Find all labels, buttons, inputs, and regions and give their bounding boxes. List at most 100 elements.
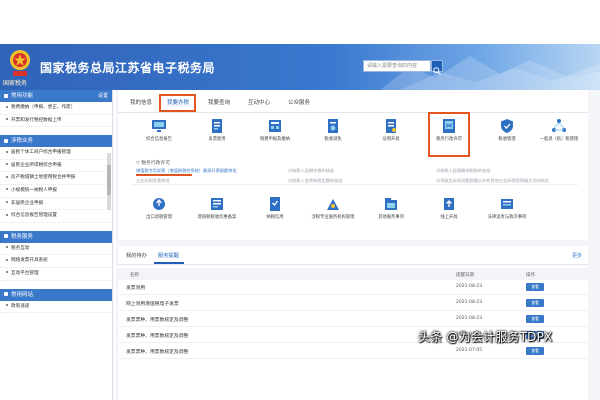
func-export-refund[interactable]: 出口退税管理 bbox=[130, 196, 188, 226]
sidebar-item-label: 居民企业所得税综合申报 bbox=[11, 162, 62, 168]
bullet-icon bbox=[6, 304, 8, 307]
sidebar-item[interactable]: 居民个体工商户综合申报管理 bbox=[0, 147, 112, 160]
shield-icon bbox=[501, 119, 513, 133]
search-input[interactable]: 请输入需要查询的内容 bbox=[363, 60, 431, 72]
func-invoice-use[interactable]: 发票使用 bbox=[188, 118, 246, 148]
func-tax-management[interactable]: 税收管理 bbox=[478, 118, 536, 148]
view-button[interactable]: 查看 bbox=[526, 347, 544, 355]
func-label: 税费申报及缴纳 bbox=[259, 137, 291, 142]
upload-icon bbox=[444, 198, 454, 210]
notice-panel: 我的待办 服务提醒 更多 名称 提醒日期 操作 发票领用 2021-08-23 … bbox=[118, 246, 588, 400]
sidebar-section-header[interactable]: 涉税业务 bbox=[0, 135, 112, 148]
section-icon bbox=[4, 138, 8, 143]
bullet-icon bbox=[6, 246, 8, 249]
view-button[interactable]: 查看 bbox=[526, 315, 544, 323]
func-comprehensive-report[interactable]: 综合信息报告 bbox=[130, 118, 188, 148]
sidebar-item[interactable]: 政策速递 bbox=[0, 301, 112, 314]
sidebar: 常用功能 设置 税费缴纳（申报、更正、作废） 开票和发行税控数据上传 涉税业务 居… bbox=[0, 90, 113, 400]
row-title[interactable]: 网上领用增值税电子发票 bbox=[126, 300, 179, 307]
func-label: 涉税专业服务机构管理 bbox=[311, 215, 355, 220]
bullet-icon bbox=[6, 213, 8, 216]
func-label: 增值税税收优惠备案 bbox=[197, 215, 237, 220]
sidebar-item-label: 综合信息报告管理设置 bbox=[11, 213, 57, 219]
func-label: 出口退税管理 bbox=[146, 215, 172, 220]
sidebar-item-label: 开票和发行税控数据上传 bbox=[11, 117, 62, 123]
view-button[interactable]: 查看 bbox=[526, 283, 544, 291]
sidebar-item-label: 税费缴纳（申报、更正、作废） bbox=[11, 105, 76, 110]
bullet-icon bbox=[6, 175, 8, 178]
sidebar-item[interactable]: 税务互动 bbox=[0, 243, 112, 256]
func-tax-declaration[interactable]: 税费申报及缴纳 bbox=[246, 118, 304, 148]
tab-interaction-center[interactable]: 互动中心 bbox=[244, 96, 274, 110]
sidebar-item[interactable]: 开票和发行税控数据上传 bbox=[0, 115, 112, 128]
section-title: 涉税业务 bbox=[11, 138, 34, 145]
tab-my-todo[interactable]: 我的待办 bbox=[126, 252, 147, 259]
tax-form-icon bbox=[269, 120, 281, 132]
tab-query[interactable]: 我要查询 bbox=[204, 96, 234, 110]
row-date: 2021-08-23 bbox=[456, 284, 483, 289]
sidebar-section-header[interactable]: 常用功能 设置 bbox=[0, 90, 112, 102]
document-icon bbox=[212, 119, 222, 133]
func-label: 发票使用 bbox=[208, 137, 226, 142]
section-icon bbox=[4, 93, 8, 98]
sidebar-scrollbar-thumb[interactable] bbox=[107, 165, 111, 195]
tab-my-info[interactable]: 我的信息 bbox=[126, 96, 156, 110]
row-title[interactable]: 发票领用 bbox=[126, 284, 145, 291]
sidebar-item[interactable]: 非居民企业申报 bbox=[0, 198, 112, 211]
search-button[interactable] bbox=[431, 60, 443, 75]
func-tax-refund[interactable]: 一般退（抵）税管理 bbox=[530, 118, 588, 148]
func-label: 税收管理 bbox=[498, 137, 516, 142]
watermark: 头条 @为会计服务TDPX bbox=[418, 330, 553, 344]
func-label: 证明开具 bbox=[382, 137, 400, 142]
row-title[interactable]: 发票票种、用票数核定及调整 bbox=[126, 332, 188, 339]
section-icon bbox=[4, 234, 8, 239]
site-title: 国家税务总局江苏省电子税务局 bbox=[40, 61, 216, 75]
sidebar-item[interactable]: 房产税城镇土地使用税合并申报 bbox=[0, 172, 112, 185]
tab-service-reminder[interactable]: 服务提醒 bbox=[158, 252, 179, 259]
row-date: 2021-08-23 bbox=[456, 300, 483, 305]
sidebar-section-header[interactable]: 税务服务 bbox=[0, 230, 112, 243]
bullet-icon bbox=[6, 118, 8, 121]
sidebar-item[interactable]: 互动平台管理 bbox=[0, 268, 112, 281]
func-tax-reduction[interactable]: 税收减免 bbox=[304, 118, 362, 148]
sub-section-title-text: 税务行政许可 bbox=[141, 161, 171, 166]
settings-link[interactable]: 设置 bbox=[98, 90, 108, 102]
sub-section-title: ▽ 税务行政许可 bbox=[136, 161, 171, 166]
func-legal-remedy[interactable]: 法律追责与救济事项 bbox=[478, 196, 536, 226]
table-row: 网上领用增值税电子发票 2021-08-23 查看 bbox=[118, 296, 588, 311]
sidebar-item[interactable]: 综合信息报告管理设置 bbox=[0, 210, 112, 223]
sidebar-item-label: 居民个体工商户综合申报管理 bbox=[11, 150, 71, 156]
sidebar-item-label: 互动平台管理 bbox=[11, 270, 39, 276]
bullet-icon bbox=[6, 105, 8, 108]
sidebar-item[interactable]: 税费缴纳（申报、更正、作废） bbox=[0, 102, 112, 115]
section-title: 常用网站 bbox=[11, 291, 34, 298]
view-button[interactable]: 查看 bbox=[526, 299, 544, 307]
sidebar-item[interactable]: 居民企业所得税综合申报 bbox=[0, 160, 112, 173]
sidebar-section-header[interactable]: 常用网站 bbox=[0, 288, 112, 301]
sub-link[interactable]: 对纳税人延期申报的核准 bbox=[288, 168, 334, 174]
func-vat-preference[interactable]: 增值税税收优惠备案 bbox=[188, 196, 246, 226]
sub-link[interactable]: 对纳税人延期缴纳税款的核准 bbox=[436, 168, 490, 174]
func-label: 税收减免 bbox=[324, 137, 342, 142]
row-date: 2021-07-05 bbox=[456, 348, 483, 353]
sub-section-divider bbox=[132, 184, 578, 185]
network-icon bbox=[552, 119, 566, 132]
row-title[interactable]: 发票票种、用票数核定及调整 bbox=[126, 348, 188, 355]
func-online-issue[interactable]: 线上开具 bbox=[420, 196, 478, 226]
section-icon bbox=[4, 292, 8, 297]
func-tax-credit[interactable]: 纳税信用 bbox=[246, 196, 304, 226]
func-professional-agency[interactable]: 涉税专业服务机构管理 bbox=[304, 196, 362, 226]
tab-public-service[interactable]: 公众服务 bbox=[284, 96, 314, 110]
func-label: 法律追责与救济事项 bbox=[487, 215, 527, 220]
func-other-services[interactable]: 其他服务事项 bbox=[362, 196, 420, 226]
more-link[interactable]: 更多 bbox=[572, 252, 582, 259]
certificate-icon bbox=[386, 119, 396, 133]
sidebar-item[interactable]: 小规模统一纳税人申报 bbox=[0, 185, 112, 198]
column-header-action: 操作 bbox=[526, 273, 535, 278]
func-certificate[interactable]: 证明开具 bbox=[362, 118, 420, 148]
row-title[interactable]: 发票票种、用票数核定及调整 bbox=[126, 316, 188, 323]
sidebar-item-label: 房产税城镇土地使用税合并申报 bbox=[11, 175, 76, 181]
func-label: 线上开具 bbox=[440, 215, 458, 220]
bullet-icon bbox=[6, 201, 8, 204]
sidebar-item[interactable]: 网络发票开具系统 bbox=[0, 255, 112, 268]
